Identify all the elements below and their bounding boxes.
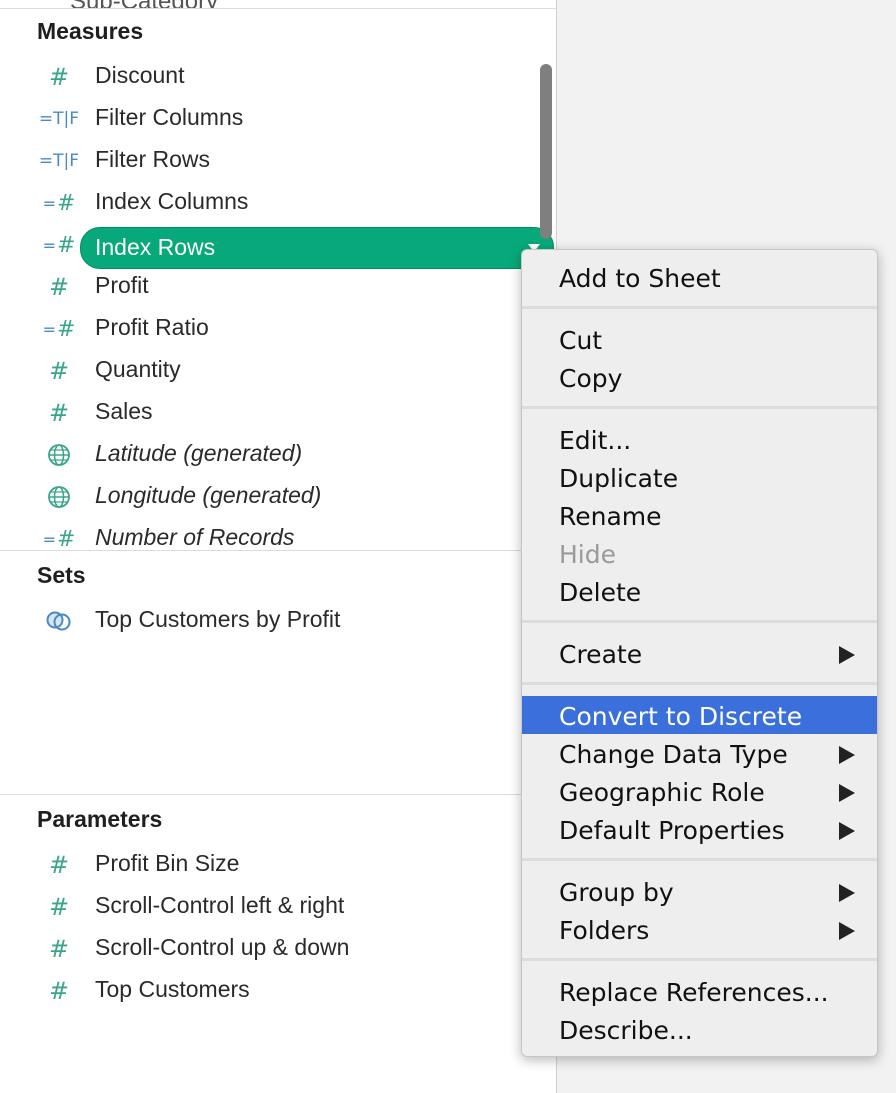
- field-label: Index Rows: [95, 234, 216, 260]
- menu-item-replace-references[interactable]: Replace References...: [522, 972, 877, 1010]
- measure-hash-icon: #: [48, 851, 70, 879]
- field-sales[interactable]: # Sales: [0, 393, 540, 433]
- menu-item-rename[interactable]: Rename: [522, 496, 877, 534]
- boolean-tf-icon: =T|F: [38, 151, 80, 171]
- field-label: Profit: [95, 272, 149, 298]
- menu-separator: [522, 858, 877, 861]
- field-profit-ratio[interactable]: = # Profit Ratio: [0, 309, 540, 349]
- measure-hash-icon: #: [48, 63, 70, 91]
- divider: [0, 8, 556, 9]
- set-top-customers-by-profit[interactable]: Top Customers by Profit: [0, 601, 540, 641]
- submenu-arrow-icon: [839, 746, 855, 764]
- divider: [0, 550, 556, 551]
- param-profit-bin-size[interactable]: # Profit Bin Size: [0, 845, 540, 885]
- submenu-arrow-icon: [839, 784, 855, 802]
- field-latitude[interactable]: Latitude (generated): [0, 435, 540, 475]
- field-label: Quantity: [95, 356, 181, 382]
- field-number-of-records[interactable]: = # Number of Records: [0, 519, 540, 549]
- measure-hash-icon: #: [48, 893, 70, 921]
- menu-item-folders[interactable]: Folders: [522, 910, 877, 948]
- menu-separator: [522, 958, 877, 961]
- field-label: Top Customers: [95, 976, 250, 1002]
- measure-hash-icon: #: [48, 273, 70, 301]
- measure-hash-icon: #: [48, 935, 70, 963]
- menu-separator: [522, 682, 877, 685]
- menu-item-hide: Hide: [559, 540, 616, 569]
- submenu-arrow-icon: [839, 884, 855, 902]
- partial-field-item[interactable]: Sub-Category: [70, 0, 218, 8]
- field-label: Top Customers by Profit: [95, 606, 341, 632]
- calculated-measure-icon: = #: [42, 526, 76, 550]
- menu-item-describe[interactable]: Describe...: [522, 1010, 877, 1048]
- menu-separator: [522, 406, 877, 409]
- scrollbar-thumb[interactable]: [540, 64, 552, 239]
- sets-header: Sets: [37, 562, 86, 588]
- menu-item-cut[interactable]: Cut: [522, 320, 877, 358]
- menu-separator: [522, 620, 877, 623]
- menu-item-duplicate[interactable]: Duplicate: [522, 458, 877, 496]
- field-filter-rows[interactable]: =T|F Filter Rows: [0, 141, 540, 181]
- menu-item-copy[interactable]: Copy: [522, 358, 877, 396]
- field-index-columns[interactable]: = # Index Columns: [0, 183, 540, 223]
- field-label: Filter Rows: [95, 146, 211, 172]
- field-discount[interactable]: # Discount: [0, 57, 540, 97]
- globe-icon: [36, 483, 82, 511]
- parameters-header: Parameters: [37, 806, 163, 832]
- measure-hash-icon: #: [48, 357, 70, 385]
- field-label: Scroll-Control left & right: [95, 892, 345, 918]
- field-filter-columns[interactable]: =T|F Filter Columns: [0, 99, 540, 139]
- calculated-measure-icon: = #: [42, 232, 76, 258]
- field-label: Profit Bin Size: [95, 850, 240, 876]
- field-longitude[interactable]: Longitude (generated): [0, 477, 540, 517]
- menu-separator: [522, 306, 877, 309]
- field-label: Index Columns: [95, 188, 249, 214]
- calculated-measure-icon: = #: [42, 190, 76, 216]
- field-label: Longitude (generated): [95, 482, 322, 508]
- menu-item-add-to-sheet[interactable]: Add to Sheet: [522, 258, 877, 296]
- divider: [0, 794, 556, 795]
- boolean-tf-icon: =T|F: [38, 109, 80, 129]
- param-scroll-left-right[interactable]: # Scroll-Control left & right: [0, 887, 540, 927]
- submenu-arrow-icon: [839, 822, 855, 840]
- submenu-arrow-icon: [839, 646, 855, 664]
- menu-item-default-properties[interactable]: Default Properties: [522, 810, 877, 848]
- field-label: Sales: [95, 398, 153, 424]
- field-profit[interactable]: # Profit: [0, 267, 540, 307]
- menu-item-convert-to-discrete[interactable]: Convert to Discrete: [522, 696, 877, 734]
- globe-icon: [36, 441, 82, 469]
- menu-item-change-data-type[interactable]: Change Data Type: [522, 734, 877, 772]
- field-label: Profit Ratio: [95, 314, 209, 340]
- set-icon: [36, 607, 82, 635]
- field-label: Number of Records: [95, 524, 295, 549]
- calculated-measure-icon: = #: [42, 316, 76, 342]
- field-label: Filter Columns: [95, 104, 244, 130]
- submenu-arrow-icon: [839, 922, 855, 940]
- menu-item-geographic-role[interactable]: Geographic Role: [522, 772, 877, 810]
- field-label: Discount: [95, 62, 185, 88]
- param-scroll-up-down[interactable]: # Scroll-Control up & down: [0, 929, 540, 969]
- context-menu: Add to Sheet Cut Copy Edit... Duplicate …: [521, 249, 878, 1057]
- data-pane: Sub-Category Measures # Discount =T|F Fi…: [0, 0, 556, 1093]
- measures-header: Measures: [37, 18, 144, 44]
- field-quantity[interactable]: # Quantity: [0, 351, 540, 391]
- param-top-customers[interactable]: # Top Customers: [0, 971, 540, 1011]
- menu-item-create[interactable]: Create: [522, 634, 877, 672]
- field-label: Latitude (generated): [95, 440, 303, 466]
- field-label: Scroll-Control up & down: [95, 934, 350, 960]
- menu-item-edit[interactable]: Edit...: [522, 420, 877, 458]
- menu-item-delete[interactable]: Delete: [522, 572, 877, 610]
- menu-item-group-by[interactable]: Group by: [522, 872, 877, 910]
- measure-hash-icon: #: [48, 977, 70, 1005]
- selected-field-pill[interactable]: Index Rows: [80, 227, 554, 269]
- measure-hash-icon: #: [48, 399, 70, 427]
